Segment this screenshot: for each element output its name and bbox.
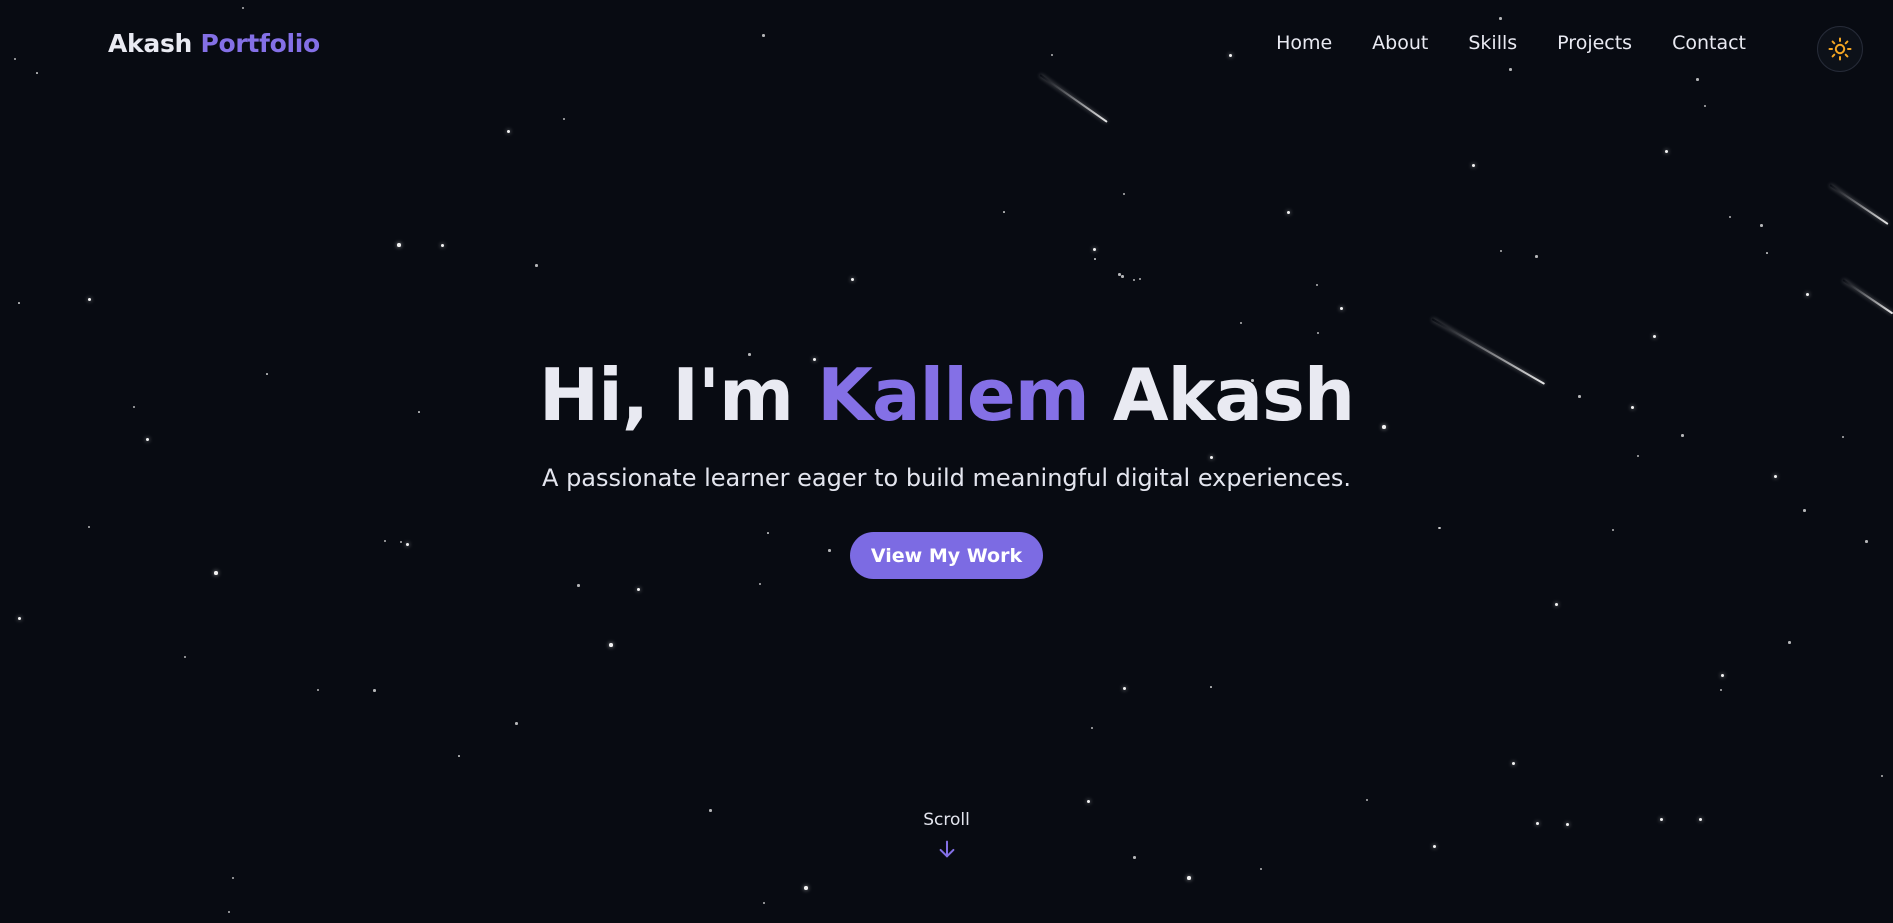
star xyxy=(563,118,565,120)
brand-second: Portfolio xyxy=(200,29,320,58)
nav-contact[interactable]: Contact xyxy=(1672,32,1746,54)
star xyxy=(759,583,761,585)
brand-logo[interactable]: Akash Portfolio xyxy=(108,29,320,58)
scroll-indicator[interactable]: Scroll xyxy=(0,810,1893,860)
star xyxy=(1704,105,1706,107)
star xyxy=(88,298,91,301)
star xyxy=(1555,603,1558,606)
star xyxy=(1118,273,1121,276)
arrow-down-icon xyxy=(939,840,954,858)
star xyxy=(1760,224,1763,227)
star xyxy=(1881,775,1883,777)
star xyxy=(804,886,808,890)
star xyxy=(1093,248,1096,251)
hero-tagline: A passionate learner eager to build mean… xyxy=(542,464,1351,492)
site-header: Akash Portfolio Home About Skills Projec… xyxy=(0,0,1893,92)
hero-heading: Hi, I'm Kallem Akash xyxy=(0,340,1893,450)
shooting-star xyxy=(1842,279,1893,315)
theme-toggle-button[interactable] xyxy=(1817,26,1863,72)
star xyxy=(228,911,230,913)
star xyxy=(535,264,538,267)
star xyxy=(397,243,401,247)
star xyxy=(458,755,460,757)
nav-home[interactable]: Home xyxy=(1276,32,1332,54)
star xyxy=(1003,211,1005,213)
hero-name-rest: Akash xyxy=(1112,353,1355,437)
star xyxy=(1665,150,1668,153)
page: Akash Portfolio Home About Skills Projec… xyxy=(0,0,1893,923)
star xyxy=(515,722,518,725)
star xyxy=(507,130,510,133)
star xyxy=(1087,800,1090,803)
star xyxy=(1317,332,1319,334)
star xyxy=(317,689,319,691)
star xyxy=(1187,876,1191,880)
star xyxy=(763,902,765,904)
star xyxy=(1340,307,1343,310)
hero-greeting: Hi, I'm xyxy=(538,353,794,437)
star xyxy=(609,643,613,647)
star xyxy=(1260,868,1262,870)
star xyxy=(1512,762,1515,765)
star xyxy=(1653,335,1656,338)
star xyxy=(373,689,376,692)
star xyxy=(18,617,21,620)
brand-first: Akash xyxy=(108,29,193,58)
star xyxy=(1240,322,1242,324)
star xyxy=(1788,641,1791,644)
view-my-work-button[interactable]: View My Work xyxy=(850,532,1043,579)
shooting-star xyxy=(1829,184,1889,225)
star xyxy=(1472,164,1475,167)
star xyxy=(1720,689,1722,691)
hero-name-accent: Kallem xyxy=(817,353,1090,437)
star xyxy=(1366,799,1368,801)
star xyxy=(637,588,640,591)
star xyxy=(1139,278,1141,280)
sun-icon xyxy=(1828,37,1852,61)
star xyxy=(1287,211,1290,214)
star xyxy=(1133,279,1135,281)
star xyxy=(1121,275,1124,278)
star xyxy=(1729,216,1731,218)
star xyxy=(851,278,854,281)
scroll-label: Scroll xyxy=(923,810,970,830)
star xyxy=(1210,686,1212,688)
star xyxy=(1535,255,1538,258)
star xyxy=(1091,727,1093,729)
star xyxy=(1766,252,1768,254)
star xyxy=(441,244,444,247)
star xyxy=(1500,250,1502,252)
nav-about[interactable]: About xyxy=(1372,32,1428,54)
main-nav: Home About Skills Projects Contact xyxy=(1236,32,1746,54)
star xyxy=(1123,193,1125,195)
star xyxy=(577,584,580,587)
nav-projects[interactable]: Projects xyxy=(1557,32,1632,54)
star xyxy=(18,302,20,304)
star xyxy=(1123,687,1126,690)
star xyxy=(1721,674,1724,677)
hero-section: Hi, I'm Kallem Akash A passionate learne… xyxy=(0,340,1893,579)
star xyxy=(184,656,186,658)
star xyxy=(232,877,234,879)
star xyxy=(1094,258,1096,260)
star xyxy=(1316,284,1318,286)
nav-skills[interactable]: Skills xyxy=(1468,32,1517,54)
star xyxy=(1806,293,1809,296)
